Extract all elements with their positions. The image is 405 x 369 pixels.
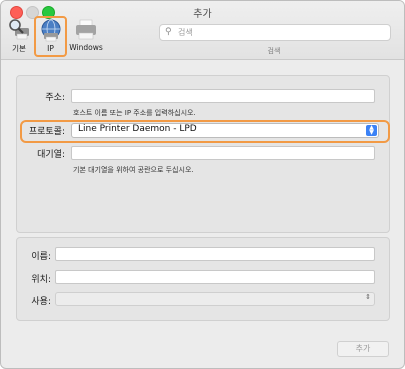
queue-label: 대기열:	[37, 150, 65, 160]
magnifier-printer-icon	[7, 17, 31, 41]
windows-printer-icon	[74, 17, 98, 41]
chevron-updown-icon: ▲ ▼	[366, 125, 377, 136]
toolbar-basic-button[interactable]: 기본	[5, 17, 33, 57]
globe-printer-icon	[39, 18, 63, 42]
chevron-updown-icon: ⇕	[365, 293, 371, 301]
location-input[interactable]	[55, 270, 375, 284]
address-hint: 호스트 이름 또는 IP 주소를 입력하십시오.	[73, 109, 196, 117]
add-printer-window: 추가 기본 IP Windows ⚲ 검색 검색 주소: 호스트 이름 또는 I…	[0, 0, 405, 369]
protocol-select[interactable]: Line Printer Daemon - LPD ▲ ▼	[71, 123, 379, 138]
protocol-label: 프로토콜:	[28, 127, 65, 137]
address-input[interactable]	[71, 89, 375, 103]
name-label: 이름:	[31, 252, 51, 262]
toolbar-ip-button[interactable]: IP	[34, 16, 67, 57]
use-select[interactable]: ⇕	[55, 292, 375, 306]
add-button[interactable]: 추가	[337, 341, 389, 357]
toolbar-windows-button[interactable]: Windows	[67, 17, 105, 57]
address-label: 주소:	[45, 93, 65, 103]
name-input[interactable]	[55, 247, 375, 261]
search-caption: 검색	[267, 47, 281, 55]
queue-input[interactable]	[71, 146, 375, 160]
search-placeholder: 검색	[178, 28, 193, 37]
search-icon: ⚲	[165, 27, 172, 37]
use-label: 사용:	[31, 297, 51, 307]
queue-hint: 기본 대기열을 위하여 공란으로 두십시오.	[73, 166, 194, 174]
location-label: 위치:	[31, 275, 51, 285]
titlebar: 추가 기본 IP Windows ⚲ 검색 검색	[1, 1, 404, 60]
toolbar-basic-label: 기본	[12, 44, 26, 53]
protocol-value: Line Printer Daemon - LPD	[78, 124, 197, 134]
toolbar-ip-label: IP	[47, 44, 54, 53]
search-field[interactable]: ⚲ 검색	[159, 24, 391, 41]
toolbar-windows-label: Windows	[69, 43, 103, 52]
